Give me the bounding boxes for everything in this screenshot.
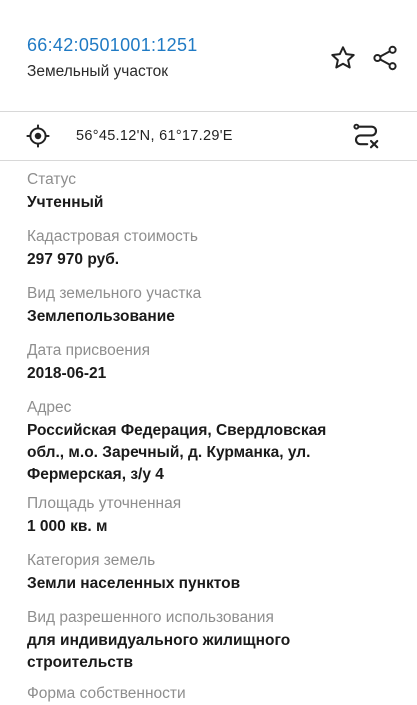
field-value: Земли населенных пунктов xyxy=(27,575,241,592)
route-button[interactable] xyxy=(351,121,381,151)
field-label: Дата присвоения xyxy=(27,342,150,359)
field-parcel-kind: Вид земельного участка Землепользование xyxy=(27,283,387,328)
cadastral-number-link[interactable]: 66:42:0501001:1251 xyxy=(27,35,198,56)
favorite-button[interactable] xyxy=(328,43,358,73)
field-value: для индивидуального жилищного строительс… xyxy=(27,632,291,671)
field-value: 1 000 кв. м xyxy=(27,518,108,535)
target-icon xyxy=(26,124,50,148)
locate-button[interactable] xyxy=(25,123,51,149)
coordinates-bar: 56°45.12'N, 61°17.29'E xyxy=(0,112,417,161)
parcel-header: 66:42:0501001:1251 Земельный участок xyxy=(0,0,417,112)
field-label: Площадь уточненная xyxy=(27,495,182,512)
coordinates-text[interactable]: 56°45.12'N, 61°17.29'E xyxy=(76,128,233,144)
field-label: Адрес xyxy=(27,399,72,416)
field-label: Форма собственности xyxy=(27,685,186,702)
field-status: Статус Учтенный xyxy=(27,169,387,214)
field-value[interactable]: Российская Федерация, Свердловская обл.,… xyxy=(27,420,387,486)
field-area: Площадь уточненная 1 000 кв. м xyxy=(27,493,387,538)
field-label: Вид земельного участка xyxy=(27,285,202,302)
share-button[interactable] xyxy=(370,43,400,73)
route-cancel-icon xyxy=(353,123,379,149)
field-value: 297 970 руб. xyxy=(27,251,120,268)
share-icon xyxy=(373,45,397,71)
field-label: Статус xyxy=(27,171,76,188)
field-cadastral-value: Кадастровая стоимость 297 970 руб. xyxy=(27,226,387,271)
field-label: Категория земель xyxy=(27,552,156,569)
object-type-label: Земельный участок xyxy=(27,63,169,80)
field-value: Учтенный xyxy=(27,194,104,211)
field-value: 2018-06-21 xyxy=(27,365,107,382)
field-label: Кадастровая стоимость xyxy=(27,228,198,245)
star-icon xyxy=(331,46,355,69)
field-address: Адрес Российская Федерация, Свердловская… xyxy=(27,397,387,486)
field-land-category: Категория земель Земли населенных пункто… xyxy=(27,550,387,595)
field-label: Вид разрешенного использования xyxy=(27,609,274,626)
field-ownership-form: Форма собственности xyxy=(27,683,387,705)
field-value: Землепользование xyxy=(27,308,175,325)
field-permitted-use: Вид разрешенного использования для индив… xyxy=(27,607,387,674)
field-assignment-date: Дата присвоения 2018-06-21 xyxy=(27,340,387,385)
